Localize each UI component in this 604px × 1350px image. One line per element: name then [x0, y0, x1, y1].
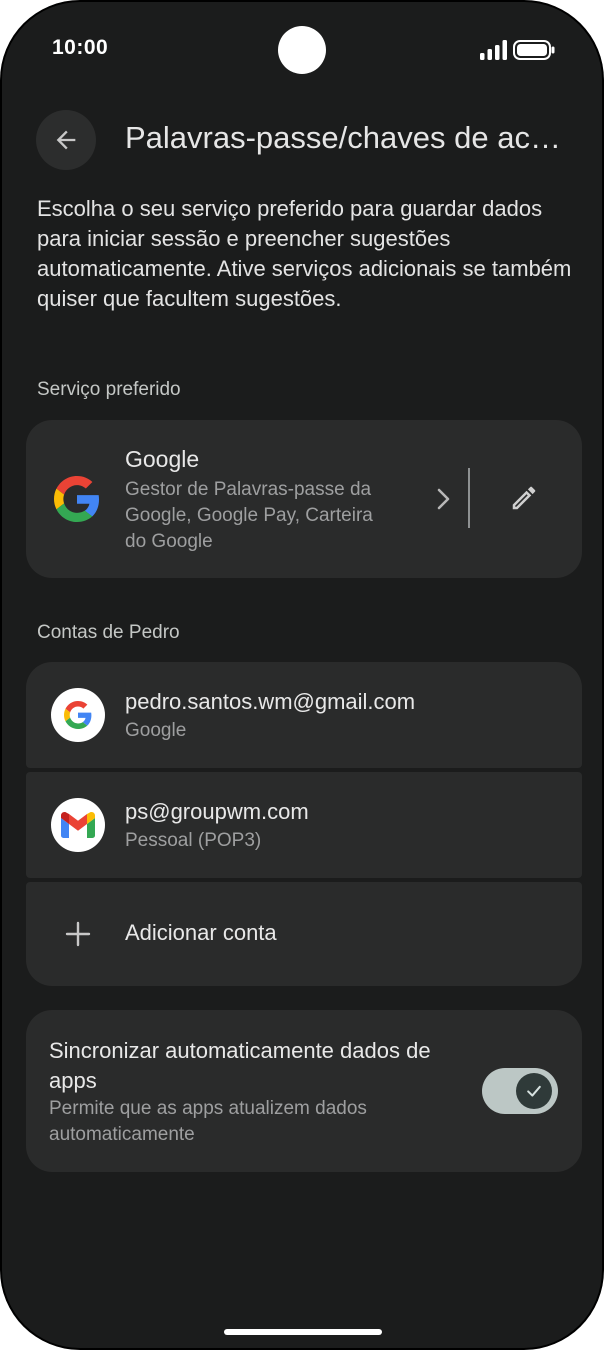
check-icon — [527, 1085, 541, 1097]
accounts-section-label: Contas de Pedro — [37, 622, 180, 643]
intro-text: Escolha o seu serviço preferido para gua… — [37, 196, 572, 311]
account-type: Google — [125, 720, 187, 741]
account-row-google[interactable]: pedro.santos.wm@gmail.com Google — [26, 662, 582, 768]
account-email: pedro.santos.wm@gmail.com — [125, 689, 416, 714]
status-time: 10:00 — [52, 36, 109, 59]
google-logo-icon — [64, 701, 92, 729]
plus-icon — [65, 921, 91, 947]
chevron-right-icon — [437, 488, 450, 510]
preferred-service-description: Gestor de Palavras-passe da Google, Goog… — [125, 479, 373, 552]
preferred-service-card[interactable]: Google Gestor de Palavras-passe da Googl… — [26, 420, 582, 578]
phone-frame: 10:00 Palavras-passe/chaves de acesso e … — [0, 0, 604, 1350]
preferred-service-name: Google — [125, 446, 200, 472]
account-avatar — [51, 798, 105, 852]
account-avatar — [51, 688, 105, 742]
add-account-button[interactable]: Adicionar conta — [26, 882, 582, 986]
account-email: ps@groupwm.com — [125, 799, 309, 824]
edit-button[interactable] — [502, 476, 546, 520]
account-row-pop3[interactable]: ps@groupwm.com Pessoal (POP3) — [26, 772, 582, 878]
battery-icon — [513, 40, 555, 60]
back-button[interactable] — [36, 110, 96, 170]
toggle-thumb — [516, 1073, 552, 1109]
auto-sync-card[interactable]: Sincronizar automaticamente dados de app… — [26, 1010, 582, 1172]
auto-sync-toggle[interactable] — [482, 1068, 558, 1114]
google-logo-icon — [54, 476, 100, 522]
vertical-divider — [468, 468, 470, 528]
gmail-icon — [61, 812, 95, 838]
arrow-back-icon — [56, 130, 76, 150]
front-camera-cutout — [278, 26, 326, 74]
preferred-service-label: Serviço preferido — [37, 379, 181, 400]
auto-sync-description: Permite que as apps atualizem dados auto… — [49, 1098, 367, 1145]
screen: 10:00 Palavras-passe/chaves de acesso e … — [2, 2, 602, 1348]
add-account-label: Adicionar conta — [125, 920, 277, 945]
signal-icon — [480, 40, 507, 60]
pencil-icon — [512, 486, 536, 510]
page-title: Palavras-passe/chaves de acesso e contas — [125, 120, 565, 155]
account-type: Pessoal (POP3) — [125, 830, 262, 851]
home-indicator[interactable] — [224, 1329, 382, 1335]
auto-sync-title: Sincronizar automaticamente dados de app… — [49, 1038, 431, 1093]
